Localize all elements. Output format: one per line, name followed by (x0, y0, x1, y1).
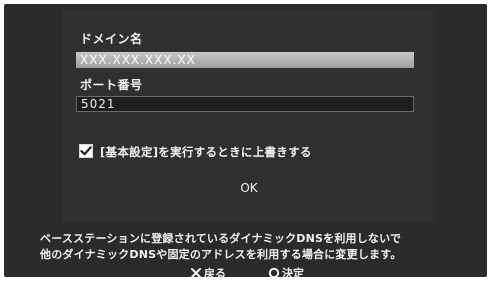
domain-label: ドメイン名 (80, 32, 143, 46)
overwrite-checkbox[interactable] (79, 144, 93, 158)
port-label: ポート番号 (80, 78, 143, 92)
notice-line-2: 他のダイナミックDNSや固定のアドレスを利用する場合に変更します。 (40, 248, 402, 261)
back-button[interactable]: 戻る (190, 265, 226, 277)
settings-screen: ドメイン名 XXX.XXX.XXX.XX ポート番号 5021 [基本設定]を実… (4, 4, 487, 277)
domain-field[interactable]: XXX.XXX.XXX.XX (76, 52, 414, 68)
circle-icon (268, 267, 280, 277)
checkmark-icon (80, 146, 92, 156)
back-label: 戻る (204, 267, 226, 277)
confirm-button[interactable]: 決定 (268, 265, 304, 277)
overwrite-checkbox-label: [基本設定]を実行するときに上書きする (100, 145, 312, 159)
confirm-label: 決定 (282, 267, 304, 277)
notice-line-1: ベースステーションに登録されているダイナミックDNSを利用しないで (40, 232, 402, 245)
ok-button[interactable]: OK (226, 178, 272, 198)
cross-icon (191, 268, 201, 277)
port-field[interactable]: 5021 (76, 96, 414, 112)
